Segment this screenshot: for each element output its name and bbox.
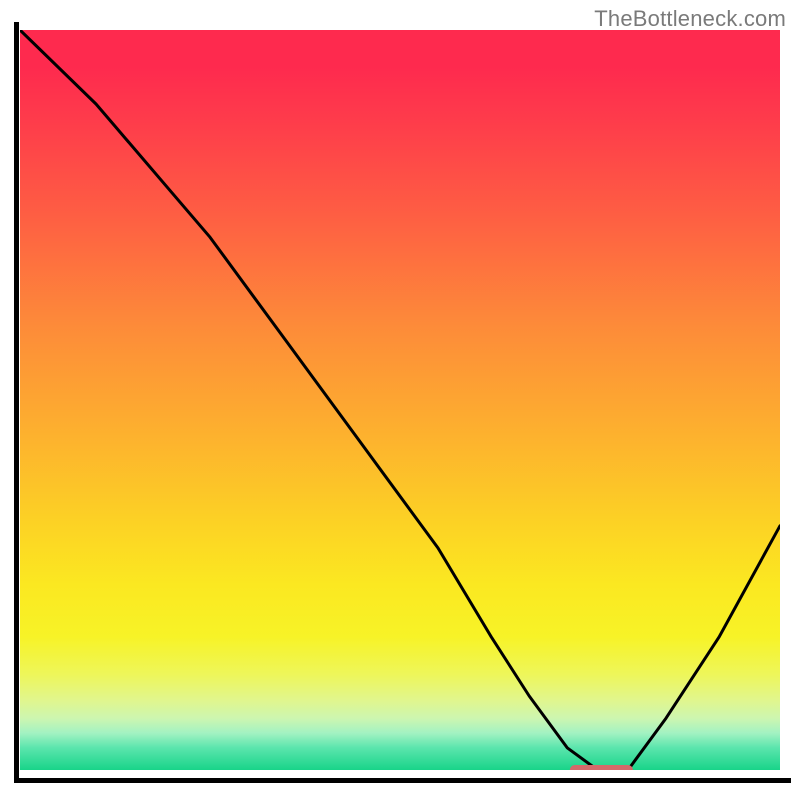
chart-plot-area (20, 30, 780, 770)
watermark-text: TheBottleneck.com (594, 6, 786, 32)
bottleneck-curve-svg (20, 30, 780, 770)
bottleneck-curve-path (20, 30, 780, 770)
